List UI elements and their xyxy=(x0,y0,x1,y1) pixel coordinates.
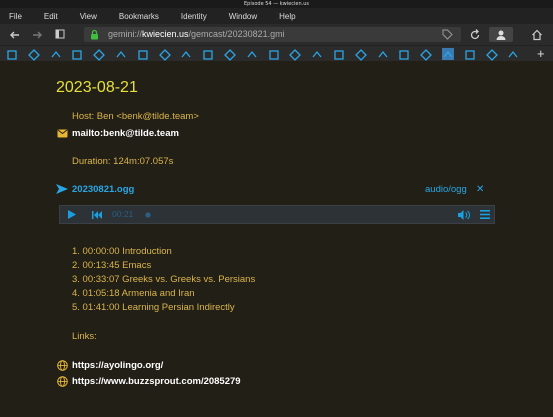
links-label: Links: xyxy=(72,331,97,342)
menu-edit[interactable]: Edit xyxy=(44,12,58,21)
bookmark-icon[interactable] xyxy=(289,48,302,61)
link-ayolingo[interactable]: https://ayolingo.org/ xyxy=(56,358,163,372)
link-buzzsprout[interactable]: https://www.buzzsprout.com/2085279 xyxy=(56,374,241,388)
lock-icon xyxy=(91,29,98,40)
chapter-item-3: 3. 00:33:07 Greeks vs. Greeks vs. Persia… xyxy=(72,274,256,285)
audio-player: 00:21 xyxy=(59,205,495,224)
back-arrow-icon[interactable] xyxy=(7,27,23,42)
globe-icon xyxy=(56,359,68,371)
bookmark-icon[interactable] xyxy=(268,48,280,60)
window-title: Episode 54 — kwiecien.us xyxy=(0,0,553,8)
add-bookmark-icon[interactable]: + xyxy=(537,47,549,60)
bookmark-icon[interactable] xyxy=(333,48,345,60)
identity-icon[interactable] xyxy=(489,27,513,42)
bookmark-icon[interactable] xyxy=(485,48,498,61)
chapter-item-2: 2. 00:13:45 Emacs xyxy=(72,260,152,271)
reload-icon[interactable] xyxy=(467,27,483,42)
home-icon[interactable] xyxy=(529,27,545,42)
menu-view[interactable]: View xyxy=(80,12,97,21)
bookmark-icon[interactable] xyxy=(246,48,258,60)
mail-link[interactable]: mailto:benk@tilde.team xyxy=(56,126,179,140)
chapter-item-1: 1. 00:00:00 Introduction xyxy=(72,246,172,257)
page-content: 2023-08-21 Host: Ben <benk@tilde.team> m… xyxy=(0,61,553,417)
menu-help[interactable]: Help xyxy=(279,12,295,21)
bookmark-icon[interactable] xyxy=(442,48,454,60)
bookmarks-bar: + xyxy=(0,45,553,61)
player-time: 00:21 xyxy=(112,209,134,219)
bookmark-tag-icon[interactable] xyxy=(442,29,453,40)
bookmark-icon[interactable] xyxy=(71,48,83,60)
audio-link[interactable]: 20230821.ogg xyxy=(56,182,134,196)
globe-icon xyxy=(56,375,68,387)
menu-file[interactable]: File xyxy=(9,12,22,21)
rewind-icon[interactable] xyxy=(92,206,102,223)
sidebar-toggle-icon[interactable] xyxy=(53,27,67,42)
bookmark-icon[interactable] xyxy=(420,48,433,61)
seek-handle[interactable] xyxy=(145,206,151,223)
navigation-toolbar: gemini://kwiecien.us/gemcast/20230821.gm… xyxy=(0,24,553,45)
bookmark-icon[interactable] xyxy=(398,48,410,60)
bookmark-icon[interactable] xyxy=(224,48,236,61)
bookmark-icon[interactable] xyxy=(50,48,62,60)
mail-icon xyxy=(56,127,68,139)
bookmark-icon[interactable] xyxy=(115,48,127,60)
volume-icon[interactable] xyxy=(458,206,470,223)
menu-bar: File Edit View Bookmarks Identity Window… xyxy=(0,8,553,24)
bookmark-icon[interactable] xyxy=(6,48,18,60)
bookmark-icon[interactable] xyxy=(27,48,40,61)
bookmark-icon[interactable] xyxy=(158,48,171,61)
close-player-icon[interactable]: ✕ xyxy=(476,184,484,195)
chapter-item-5: 5. 01:41:00 Learning Persian Indirectly xyxy=(72,302,235,313)
arrow-link-icon xyxy=(56,183,68,195)
bookmark-icon[interactable] xyxy=(354,48,367,61)
bookmark-icon[interactable] xyxy=(137,48,149,60)
bookmark-icon[interactable] xyxy=(202,48,214,60)
url-text: gemini://kwiecien.us/gemcast/20230821.gm… xyxy=(108,29,285,39)
forward-arrow-icon[interactable] xyxy=(29,27,45,42)
bookmark-icon[interactable] xyxy=(311,48,323,60)
menu-bookmarks[interactable]: Bookmarks xyxy=(119,12,159,21)
bookmark-icon[interactable] xyxy=(180,48,192,60)
menu-window[interactable]: Window xyxy=(229,12,257,21)
bookmark-icon[interactable] xyxy=(464,48,476,60)
audio-type-label: audio/ogg xyxy=(425,184,467,195)
duration-text: Duration: 124m:07.057s xyxy=(72,156,174,167)
play-icon[interactable] xyxy=(68,206,76,223)
chapter-item-4: 4. 01:05:18 Armenia and Iran xyxy=(72,288,195,299)
host-line: Host: Ben <benk@tilde.team> xyxy=(72,111,199,122)
menu-identity[interactable]: Identity xyxy=(181,12,207,21)
url-bar[interactable]: gemini://kwiecien.us/gemcast/20230821.gm… xyxy=(84,27,461,42)
bookmark-icon[interactable] xyxy=(377,48,389,60)
bookmark-icon[interactable] xyxy=(93,48,106,61)
page-title: 2023-08-21 xyxy=(56,79,138,96)
bookmark-icon[interactable] xyxy=(507,48,519,60)
player-menu-icon[interactable] xyxy=(480,206,490,223)
